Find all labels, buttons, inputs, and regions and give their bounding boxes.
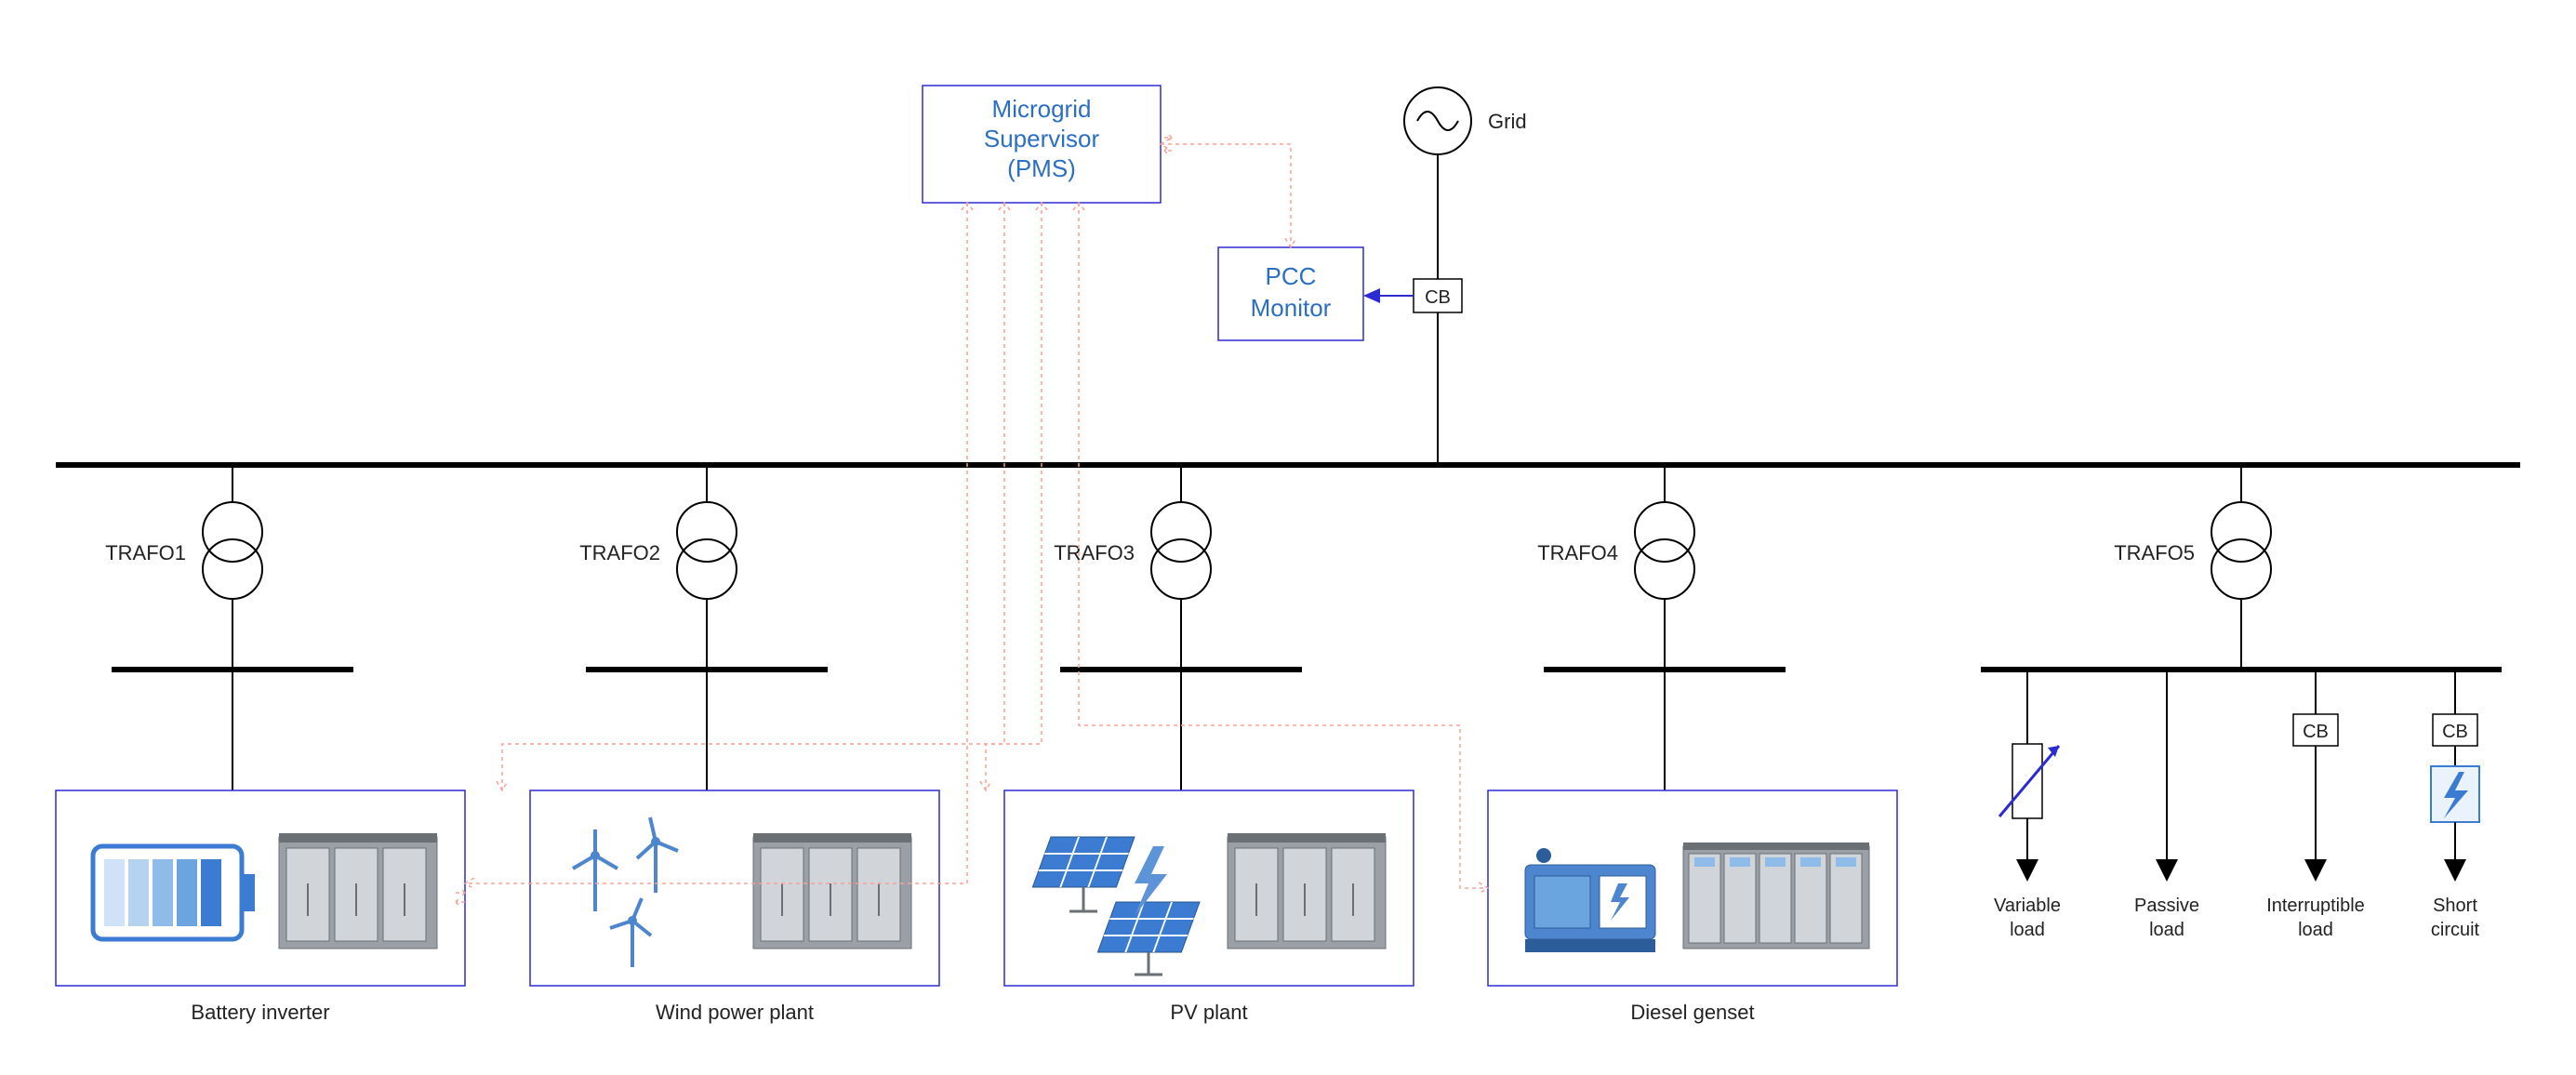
passive-load: Passive load xyxy=(2134,670,2199,940)
short-circuit-l2: circuit xyxy=(2431,920,2480,940)
trafo2-label: TRAFO2 xyxy=(579,541,660,564)
supervisor-to-pcc-link xyxy=(1161,134,1296,247)
interruptible-load: CB Interruptible load xyxy=(2266,670,2365,940)
short-circuit: CB Short circuit xyxy=(2431,670,2480,940)
grid-cb-box: CB xyxy=(1414,279,1462,465)
battery-inverter-box: Battery inverter xyxy=(56,790,465,1024)
pcc-line1: PCC xyxy=(1266,262,1317,290)
short-circuit-l1: Short xyxy=(2433,896,2477,916)
interruptible-load-l2: load xyxy=(2298,920,2333,940)
cb-to-pcc-arrow xyxy=(1363,288,1414,303)
passive-load-l2: load xyxy=(2149,920,2184,940)
trafo3: TRAFO3 xyxy=(1054,465,1302,790)
diesel-genset-box: Diesel genset xyxy=(1488,790,1897,1024)
grid-source-icon: Grid xyxy=(1404,87,1527,279)
pv-plant-box: PV plant xyxy=(1004,790,1414,1024)
grid-cb-label: CB xyxy=(1425,287,1451,308)
trafo1-label: TRAFO1 xyxy=(105,541,186,564)
supervisor-line1: Microgrid xyxy=(992,95,1092,123)
diesel-label: Diesel genset xyxy=(1630,1001,1754,1024)
trafo4: TRAFO4 xyxy=(1537,465,1786,790)
grid-label: Grid xyxy=(1488,110,1527,133)
variable-load-l2: load xyxy=(2010,920,2045,940)
battery-label: Battery inverter xyxy=(191,1001,329,1024)
wind-cabinet-icon xyxy=(753,833,911,949)
trafo5-label: TRAFO5 xyxy=(2114,541,2195,564)
pv-cabinet-icon xyxy=(1228,833,1386,949)
diesel-cabinet-icon xyxy=(1683,843,1869,949)
interruptible-cb-label: CB xyxy=(2303,722,2329,742)
wind-plant-box: Wind power plant xyxy=(530,790,939,1024)
variable-load: Variable load xyxy=(1994,670,2061,940)
trafo1: TRAFO1 xyxy=(105,465,353,790)
wind-label: Wind power plant xyxy=(656,1001,814,1024)
pv-label: PV plant xyxy=(1170,1001,1247,1024)
pcc-monitor-box: PCC Monitor xyxy=(1218,247,1363,340)
supervisor-line3: (PMS) xyxy=(1007,154,1076,182)
battery-icon xyxy=(93,846,255,939)
inverter-cabinet-icon xyxy=(279,833,437,949)
trafo2: TRAFO2 xyxy=(579,465,828,790)
microgrid-supervisor-box: Microgrid Supervisor (PMS) xyxy=(923,86,1161,203)
interruptible-load-l1: Interruptible xyxy=(2266,896,2365,916)
passive-load-l1: Passive xyxy=(2134,896,2199,916)
variable-load-l1: Variable xyxy=(1994,896,2061,916)
trafo4-label: TRAFO4 xyxy=(1537,541,1618,564)
microgrid-diagram: Microgrid Supervisor (PMS) Grid CB PCC M… xyxy=(0,0,2576,1075)
short-circuit-cb-label: CB xyxy=(2442,722,2468,742)
pcc-line2: Monitor xyxy=(1251,294,1332,322)
supervisor-line2: Supervisor xyxy=(984,125,1100,153)
trafo3-label: TRAFO3 xyxy=(1054,541,1135,564)
trafo5: TRAFO5 xyxy=(1981,465,2502,670)
